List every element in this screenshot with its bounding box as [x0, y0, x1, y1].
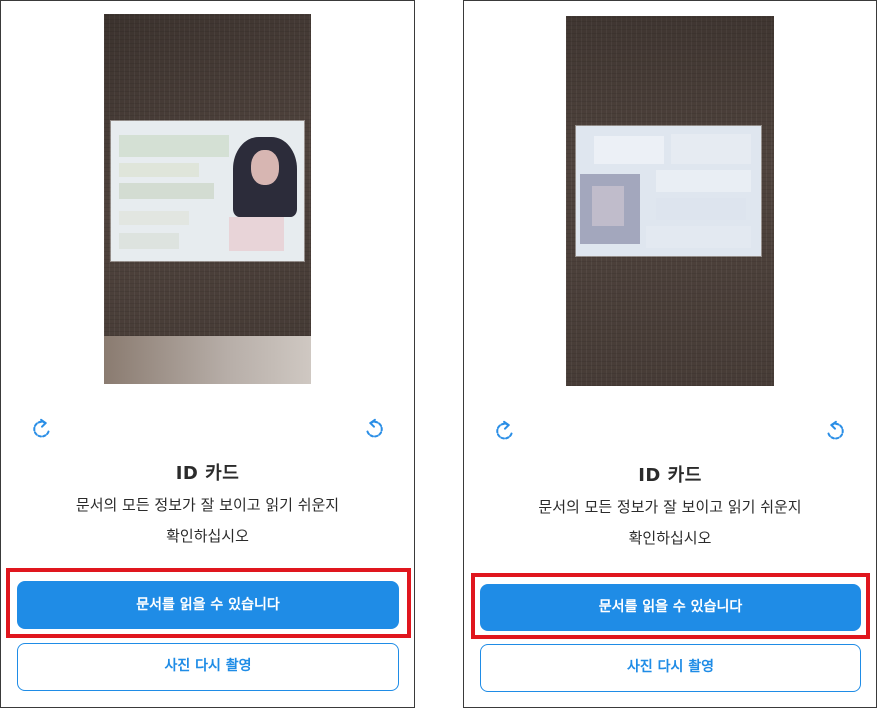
phone-screen-right: ID 카드 문서의 모든 정보가 잘 보이고 읽기 쉬운지 확인하십시오 문서를… — [463, 0, 877, 708]
document-type-title: ID 카드 — [175, 463, 240, 484]
instruction-text: 문서의 모든 정보가 잘 보이고 읽기 쉬운지 확인하십시오 — [1, 490, 414, 552]
rotate-left-icon — [496, 420, 513, 440]
phone-screen-left: ID 카드 문서의 모든 정보가 잘 보이고 읽기 쉬운지 확인하십시오 문서를… — [0, 0, 415, 708]
instruction-line-1: 문서의 모든 정보가 잘 보이고 읽기 쉬운지 — [75, 496, 340, 514]
captured-id-photo — [566, 16, 774, 386]
captured-id-photo — [104, 14, 311, 384]
instruction-text: 문서의 모든 정보가 잘 보이고 읽기 쉬운지 확인하십시오 — [464, 492, 876, 554]
rotate-right-button[interactable] — [363, 418, 385, 440]
rotate-right-icon — [827, 420, 844, 440]
retake-photo-button[interactable]: 사진 다시 촬영 — [480, 644, 861, 692]
instruction-line-2: 확인하십시오 — [628, 529, 712, 547]
id-card-image — [576, 126, 761, 256]
rotate-left-button[interactable] — [31, 418, 53, 440]
instruction-line-2: 확인하십시오 — [166, 527, 249, 545]
id-card-image — [111, 121, 304, 261]
document-readable-button[interactable]: 문서를 읽을 수 있습니다 — [480, 584, 861, 631]
document-readable-button[interactable]: 문서를 읽을 수 있습니다 — [17, 581, 399, 629]
rotate-right-icon — [366, 418, 383, 438]
rotate-right-button[interactable] — [824, 420, 846, 442]
instruction-line-1: 문서의 모든 정보가 잘 보이고 읽기 쉬운지 — [538, 498, 802, 516]
rotate-left-icon — [33, 418, 50, 438]
document-type-title: ID 카드 — [638, 465, 702, 486]
retake-photo-button[interactable]: 사진 다시 촬영 — [17, 643, 399, 691]
rotate-left-button[interactable] — [494, 420, 516, 442]
